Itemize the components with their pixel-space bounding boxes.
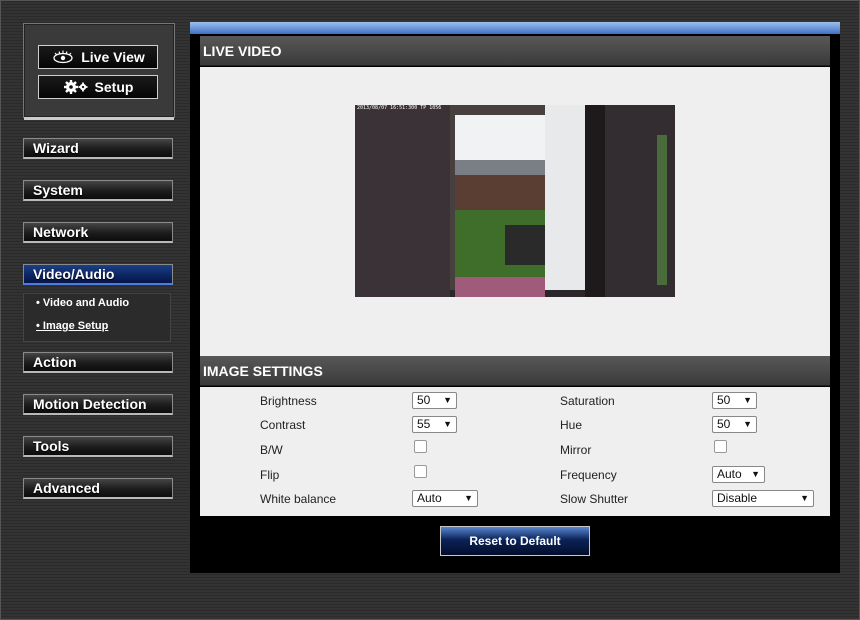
bw-checkbox[interactable] bbox=[414, 440, 427, 453]
eye-icon bbox=[51, 50, 75, 64]
setup-button[interactable]: Setup bbox=[38, 75, 158, 99]
chevron-down-icon: ▼ bbox=[800, 493, 809, 503]
chevron-down-icon: ▼ bbox=[443, 395, 452, 405]
hue-select[interactable]: 50 ▼ bbox=[712, 416, 757, 433]
nav-motion-detection[interactable]: Motion Detection bbox=[23, 394, 173, 415]
brightness-select[interactable]: 50 ▼ bbox=[412, 392, 457, 409]
contrast-value: 55 bbox=[417, 417, 431, 431]
white-balance-value: Auto bbox=[417, 491, 442, 505]
image-settings-header: IMAGE SETTINGS bbox=[200, 356, 830, 386]
brightness-label: Brightness bbox=[260, 394, 317, 408]
saturation-select[interactable]: 50 ▼ bbox=[712, 392, 757, 409]
mode-switcher: Live View Setup bbox=[23, 23, 175, 120]
chevron-down-icon: ▼ bbox=[443, 419, 452, 429]
nav-tools[interactable]: Tools bbox=[23, 436, 173, 457]
reset-to-default-button[interactable]: Reset to Default bbox=[440, 526, 590, 556]
flip-checkbox[interactable] bbox=[414, 465, 427, 478]
brightness-value: 50 bbox=[417, 393, 431, 407]
nav-network[interactable]: Network bbox=[23, 222, 173, 243]
saturation-value: 50 bbox=[717, 393, 731, 407]
main-top-bar bbox=[190, 22, 840, 34]
frequency-value: Auto bbox=[717, 467, 742, 481]
submenu-video-and-audio-label: Video and Audio bbox=[42, 297, 130, 309]
submenu-image-setup[interactable]: • Image Setup bbox=[36, 320, 108, 332]
live-video-feed[interactable]: 2013/08/07 16:51:300 TP 1056 bbox=[355, 105, 675, 297]
submenu-image-setup-label: Image Setup bbox=[42, 320, 109, 332]
hue-value: 50 bbox=[717, 417, 731, 431]
hue-label: Hue bbox=[560, 418, 583, 432]
video-audio-submenu: • Video and Audio • Image Setup bbox=[23, 293, 171, 342]
video-timestamp-overlay: 2013/08/07 16:51:300 TP 1056 bbox=[357, 105, 442, 111]
contrast-label: Contrast bbox=[260, 418, 306, 432]
nav-system[interactable]: System bbox=[23, 180, 173, 201]
chevron-down-icon: ▼ bbox=[743, 419, 752, 429]
frequency-select[interactable]: Auto ▼ bbox=[712, 466, 765, 483]
live-view-label: Live View bbox=[81, 49, 145, 65]
slow-shutter-select[interactable]: Disable ▼ bbox=[712, 490, 814, 507]
mirror-checkbox[interactable] bbox=[714, 440, 727, 453]
live-video-header: LIVE VIDEO bbox=[200, 36, 830, 66]
bw-label: B/W bbox=[260, 443, 283, 457]
gears-icon bbox=[63, 79, 89, 95]
white-balance-select[interactable]: Auto ▼ bbox=[412, 490, 478, 507]
contrast-select[interactable]: 55 ▼ bbox=[412, 416, 457, 433]
chevron-down-icon: ▼ bbox=[743, 395, 752, 405]
live-video-area: 2013/08/07 16:51:300 TP 1056 bbox=[200, 67, 830, 356]
chevron-down-icon: ▼ bbox=[464, 493, 473, 503]
slow-shutter-value: Disable bbox=[717, 491, 758, 505]
main-panel: LIVE VIDEO 2013/08/07 16:51:300 TP 1056 … bbox=[190, 22, 840, 573]
submenu-video-and-audio[interactable]: • Video and Audio bbox=[36, 297, 129, 309]
live-view-button[interactable]: Live View bbox=[38, 45, 158, 69]
white-balance-label: White balance bbox=[260, 492, 337, 506]
setup-label: Setup bbox=[94, 79, 134, 95]
image-settings-area: Brightness 50 ▼ Contrast 55 ▼ B/W Flip Whi… bbox=[200, 387, 830, 516]
nav-wizard[interactable]: Wizard bbox=[23, 138, 173, 159]
nav-advanced[interactable]: Advanced bbox=[23, 478, 173, 499]
saturation-label: Saturation bbox=[560, 394, 615, 408]
slow-shutter-label: Slow Shutter bbox=[560, 492, 629, 506]
mirror-label: Mirror bbox=[560, 443, 592, 457]
frequency-label: Frequency bbox=[560, 468, 617, 482]
flip-label: Flip bbox=[260, 468, 280, 482]
chevron-down-icon: ▼ bbox=[751, 469, 760, 479]
nav-video-audio[interactable]: Video/Audio bbox=[23, 264, 173, 285]
nav-action[interactable]: Action bbox=[23, 352, 173, 373]
